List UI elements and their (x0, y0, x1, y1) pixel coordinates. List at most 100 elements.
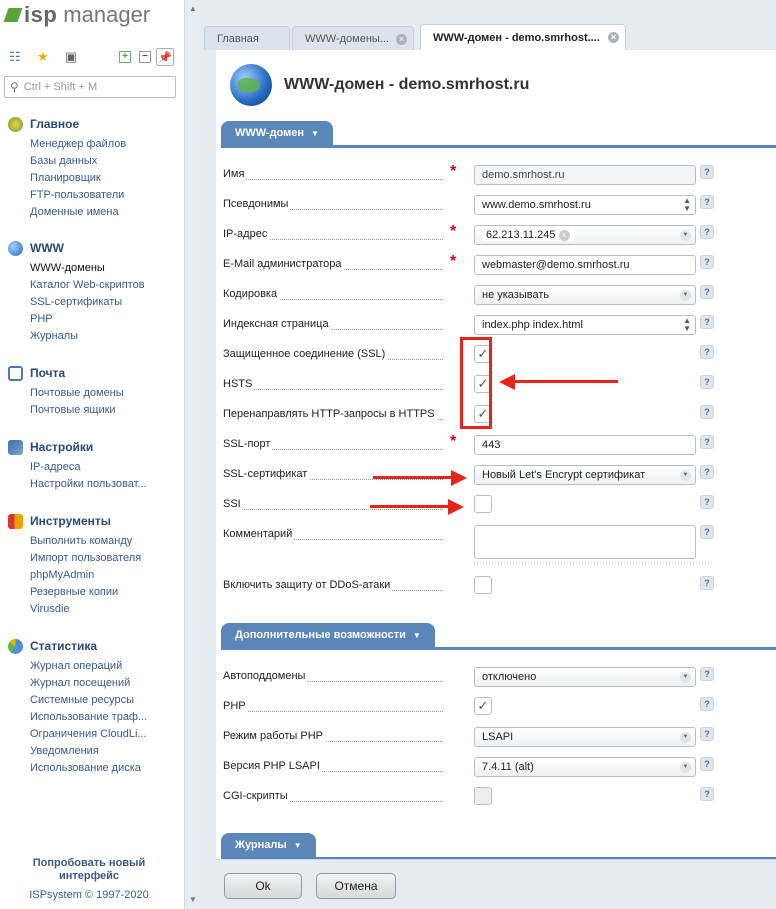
ssi-checkbox[interactable] (474, 495, 492, 513)
collapse-all-icon[interactable]: − (136, 48, 154, 66)
sidebar-item-ip-addresses[interactable]: IP-адреса (30, 459, 180, 476)
chevron-down-icon: ▼ (293, 840, 302, 850)
favorites-star-icon[interactable]: ★ (34, 48, 52, 66)
comment-textarea[interactable] (474, 525, 696, 559)
briefcase-icon[interactable]: ▣ (62, 48, 80, 66)
sidebar-item-virusdie[interactable]: Virusdie (30, 601, 180, 618)
help-icon[interactable]: ? (700, 285, 714, 299)
sidebar-item-cloudlinux-limits[interactable]: Ограничения CloudLi... (30, 726, 180, 743)
sidebar-item-mail-domains[interactable]: Почтовые домены (30, 385, 180, 402)
sidebar-section-statistics-header[interactable]: Статистика (8, 637, 180, 655)
sidebar-item-domain-names[interactable]: Доменные имена (30, 204, 180, 221)
sidebar-item-notifications[interactable]: Уведомления (30, 743, 180, 760)
sidebar-item-disk-usage[interactable]: Использование диска (30, 760, 180, 777)
help-icon[interactable]: ? (700, 165, 714, 179)
sidebar-item-user-settings[interactable]: Настройки пользоват... (30, 476, 180, 493)
sidebar-item-mailboxes[interactable]: Почтовые ящики (30, 402, 180, 419)
tab-www-domains[interactable]: WWW-домены... × (292, 26, 414, 50)
help-icon[interactable]: ? (700, 345, 714, 359)
group-header-logs[interactable]: Журналы ▼ (221, 833, 316, 857)
ip-select[interactable]: 62.213.11.245 × ▼ (474, 225, 696, 245)
help-icon[interactable]: ? (700, 465, 714, 479)
remove-ip-icon[interactable]: × (558, 230, 570, 241)
help-icon[interactable]: ? (700, 576, 714, 590)
sidebar-item-web-scripts[interactable]: Каталог Web-скриптов (30, 277, 180, 294)
php-mode-select[interactable]: LSAPI ▼ (474, 727, 696, 747)
help-icon[interactable]: ? (700, 667, 714, 681)
pin-icon[interactable]: 📌 (156, 48, 174, 66)
help-icon[interactable]: ? (700, 757, 714, 771)
php-checkbox[interactable]: ✓ (474, 697, 492, 715)
sidebar-item-scheduler[interactable]: Планировщик (30, 170, 180, 187)
help-icon[interactable]: ? (700, 787, 714, 801)
sidebar-section-www-header[interactable]: WWW (8, 239, 180, 257)
ssl-certificate-select[interactable]: Новый Let's Encrypt сертификат ▼ (474, 465, 696, 485)
main-area: Главная WWW-домены... × WWW-домен - demo… (200, 0, 776, 909)
sidebar-section-tools-header[interactable]: Инструменты (8, 512, 180, 530)
sidebar-scrollbar[interactable]: ▲ ▼ (184, 0, 200, 909)
sidebar-item-databases[interactable]: Базы данных (30, 153, 180, 170)
name-field[interactable]: demo.smrhost.ru (474, 165, 696, 185)
tab-home[interactable]: Главная (204, 26, 290, 50)
tab-www-domain-edit[interactable]: WWW-домен - demo.smrhost.... × (420, 24, 626, 50)
sidebar-section-mail-header[interactable]: Почта (8, 364, 180, 382)
help-icon[interactable]: ? (700, 727, 714, 741)
help-icon[interactable]: ? (700, 225, 714, 239)
try-new-interface-link[interactable]: Попробовать новый интерфейс (0, 857, 178, 883)
ssl-port-field[interactable]: 443 (474, 435, 696, 455)
help-icon[interactable]: ? (700, 435, 714, 449)
tree-view-icon[interactable]: ☷ (6, 48, 24, 66)
home-icon (8, 116, 23, 132)
sidebar-item-traffic-usage[interactable]: Использование траф... (30, 709, 180, 726)
ddos-protection-checkbox[interactable] (474, 576, 492, 594)
sidebar-item-php[interactable]: PHP (30, 311, 180, 328)
php-version-value: 7.4.11 (alt) (482, 761, 534, 773)
sidebar-item-run-command[interactable]: Выполнить команду (30, 533, 180, 550)
app-logo[interactable]: isp manager (3, 2, 150, 28)
charset-select[interactable]: не указывать ▼ (474, 285, 696, 305)
close-tab-icon[interactable]: × (396, 34, 407, 45)
help-icon[interactable]: ? (700, 525, 714, 539)
row-ddos: Включить защиту от DDoS-атаки ? (223, 576, 714, 598)
help-icon[interactable]: ? (700, 315, 714, 329)
help-icon[interactable]: ? (700, 697, 714, 711)
php-version-select[interactable]: 7.4.11 (alt) ▼ (474, 757, 696, 777)
sidebar-item-www-domains[interactable]: WWW-домены (30, 260, 180, 277)
index-page-field[interactable]: index.php index.html ▲ ▼ (474, 315, 696, 335)
sidebar-item-operations-log[interactable]: Журнал операций (30, 658, 180, 675)
sidebar-item-ssl-certificates[interactable]: SSL-сертификаты (30, 294, 180, 311)
sidebar-section-main-header[interactable]: Главное (8, 115, 180, 133)
pie-chart-icon (8, 638, 23, 654)
help-icon[interactable]: ? (700, 375, 714, 389)
sidebar-item-import-user[interactable]: Импорт пользователя (30, 550, 180, 567)
sidebar-section-title: Почта (30, 366, 66, 380)
sidebar-item-phpmyadmin[interactable]: phpMyAdmin (30, 567, 180, 584)
sidebar-item-system-resources[interactable]: Системные ресурсы (30, 692, 180, 709)
sidebar-section-settings-header[interactable]: Настройки (8, 438, 180, 456)
sidebar-item-backups[interactable]: Резервные копии (30, 584, 180, 601)
menu-search-input[interactable]: ⚲ Ctrl + Shift + M (4, 76, 176, 98)
group-header-www-domain[interactable]: WWW-домен ▼ (221, 121, 333, 145)
textarea-resize-handle[interactable] (474, 561, 712, 565)
sidebar-item-logs[interactable]: Журналы (30, 328, 180, 345)
expand-all-icon[interactable]: + (116, 48, 134, 66)
cancel-button[interactable]: Отмена (316, 873, 396, 899)
sidebar-item-ftp-users[interactable]: FTP-пользователи (30, 187, 180, 204)
scroll-up-icon[interactable]: ▲ (189, 4, 197, 13)
list-spinner-icon[interactable]: ▲ ▼ (683, 197, 691, 213)
list-spinner-icon[interactable]: ▲ ▼ (683, 317, 691, 333)
ok-button[interactable]: Ok (224, 873, 302, 899)
help-icon[interactable]: ? (700, 255, 714, 269)
sidebar-item-file-manager[interactable]: Менеджер файлов (30, 136, 180, 153)
cgi-checkbox[interactable] (474, 787, 492, 805)
help-icon[interactable]: ? (700, 405, 714, 419)
admin-email-field[interactable]: webmaster@demo.smrhost.ru (474, 255, 696, 275)
group-header-extra[interactable]: Дополнительные возможности ▼ (221, 623, 435, 647)
help-icon[interactable]: ? (700, 495, 714, 509)
autosubdomains-select[interactable]: отключено ▼ (474, 667, 696, 687)
help-icon[interactable]: ? (700, 195, 714, 209)
aliases-field[interactable]: www.demo.smrhost.ru ▲ ▼ (474, 195, 696, 215)
close-tab-icon[interactable]: × (608, 32, 619, 43)
sidebar-item-visits-log[interactable]: Журнал посещений (30, 675, 180, 692)
scroll-down-icon[interactable]: ▼ (189, 895, 197, 904)
